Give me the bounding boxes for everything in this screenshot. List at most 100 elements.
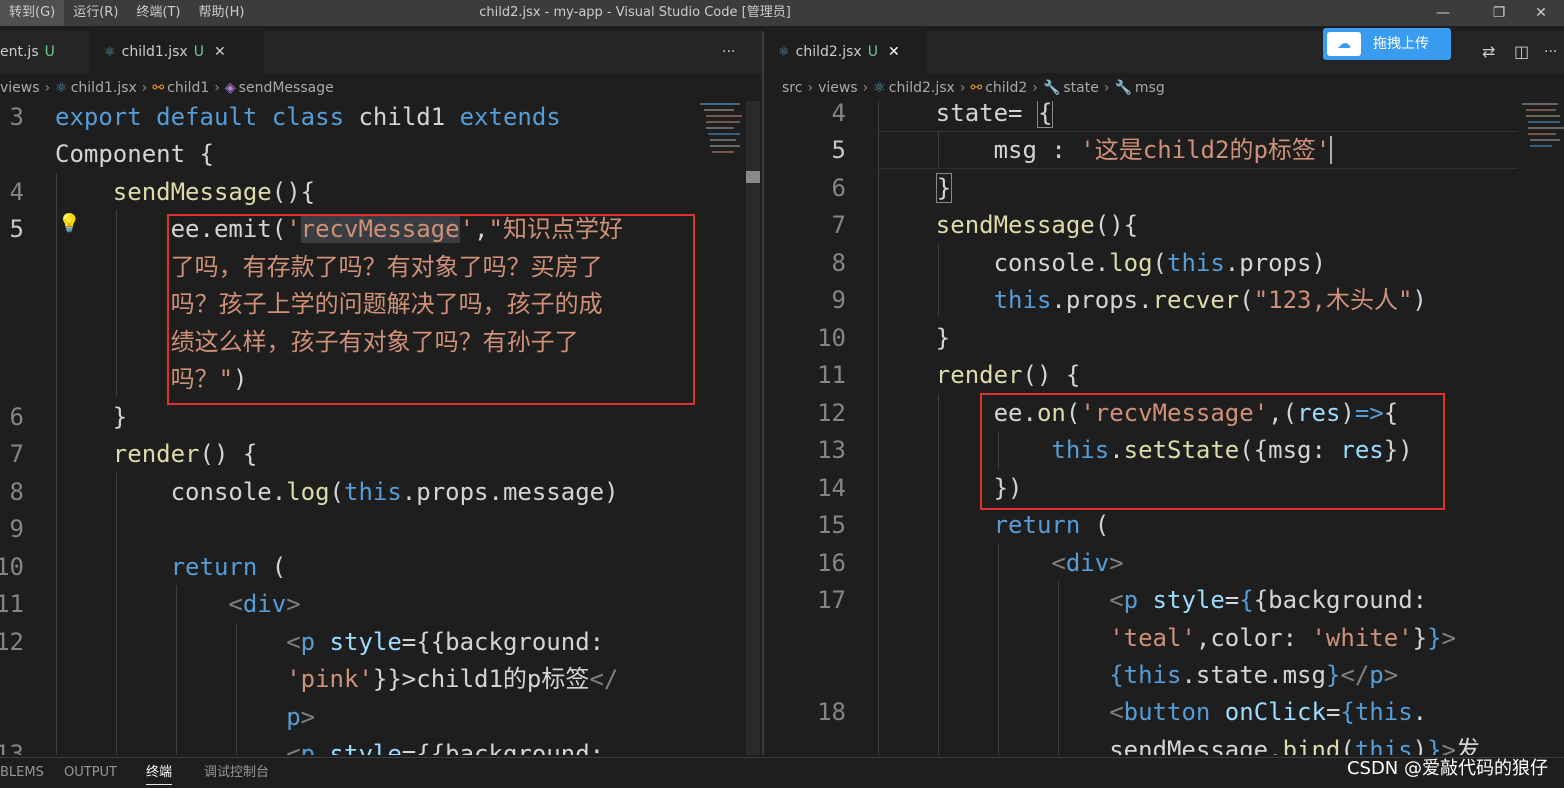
left-editor[interactable]: 3 4 5 6 7 8 9 10 11 12 13 💡 export defau… — [0, 101, 746, 755]
code-line: } — [935, 173, 953, 203]
code-line: <div> — [228, 590, 301, 618]
line-number: 17 — [817, 586, 846, 614]
code-line: console.log(this.props) — [878, 249, 1326, 277]
tab-status: U — [44, 44, 55, 60]
title-bar: 转到(G) 运行(R) 终端(T) 帮助(H) child2.jsx - my-… — [0, 0, 1564, 26]
tab-output[interactable]: OUTPUT — [64, 758, 117, 788]
code-line: } — [55, 403, 128, 431]
breadcrumb-item[interactable]: views — [818, 80, 858, 96]
code-line: render() { — [112, 440, 258, 468]
menu-bar: 转到(G) 运行(R) 终端(T) 帮助(H) — [0, 0, 253, 26]
line-number: 6 — [831, 174, 846, 202]
minimap[interactable] — [1522, 101, 1564, 161]
code-line: <p style={{background: — [286, 740, 605, 755]
line-number: 8 — [831, 249, 846, 277]
chevron-right-icon: › — [1032, 80, 1038, 96]
upload-button[interactable]: ☁ 拖拽上传 — [1323, 28, 1451, 60]
breadcrumb: views › ⚛ child1.jsx › ⚯ child1 › ◈ sendMessage — [0, 75, 334, 101]
tab-child1-jsx[interactable]: ⚛ child1.jsx U ✕ — [90, 31, 264, 73]
breadcrumb-item[interactable]: child2.jsx — [889, 80, 955, 96]
more-actions-icon[interactable]: ··· — [722, 31, 735, 73]
code-line: 'pink'}}>child1的p标签</ — [286, 665, 619, 693]
tab-status: U — [867, 44, 878, 60]
scrollbar-thumb[interactable] — [746, 171, 760, 183]
tab-child2-jsx[interactable]: ⚛ child2.jsx U ✕ — [764, 31, 926, 73]
restore-button[interactable]: ❐ — [1476, 0, 1522, 26]
react-icon: ⚛ — [873, 80, 886, 96]
highlight-box — [980, 393, 1445, 510]
chevron-right-icon: › — [214, 80, 220, 96]
bottom-panel: BLEMS OUTPUT 终端 调试控制台 — [0, 757, 1564, 788]
line-number: 9 — [831, 286, 846, 314]
code-line: return ( — [170, 553, 287, 581]
line-number: 18 — [817, 698, 846, 726]
line-number: 3 — [9, 103, 24, 131]
breadcrumb-item[interactable]: child2 — [985, 80, 1027, 96]
more-actions-icon[interactable]: ··· — [1544, 31, 1557, 73]
tab-debug-console[interactable]: 调试控制台 — [204, 758, 269, 788]
tab-problems[interactable]: BLEMS — [0, 758, 44, 788]
line-number: 16 — [817, 549, 846, 577]
line-number: 11 — [0, 590, 24, 618]
upload-label: 拖拽上传 — [1373, 36, 1429, 52]
chevron-right-icon: › — [1103, 80, 1110, 96]
line-number: 13 — [0, 740, 24, 755]
code-line: sendMessage.bind(this)}>发 — [878, 736, 1480, 755]
code-line: export default class child1 extends — [55, 103, 561, 131]
line-number: 4 — [9, 178, 24, 206]
breadcrumb: src › views › ⚛ child2.jsx › ⚯ child2 › 🔧 state › 🔧 ms… — [782, 75, 1165, 101]
chevron-right-icon: › — [807, 80, 814, 96]
split-editor-icon[interactable]: ◫ — [1514, 31, 1529, 73]
breadcrumb-item[interactable]: msg — [1135, 80, 1165, 96]
close-icon[interactable]: ✕ — [214, 44, 226, 60]
line-number: 12 — [817, 399, 846, 427]
close-window-button[interactable]: ✕ — [1518, 0, 1564, 26]
menu-terminal[interactable]: 终端(T) — [127, 0, 189, 26]
breadcrumb-item[interactable]: child1.jsx — [71, 80, 137, 96]
line-number: 5 — [9, 215, 24, 243]
compare-changes-icon[interactable]: ⇄ — [1482, 31, 1495, 73]
close-icon[interactable]: ✕ — [888, 44, 900, 60]
line-number: 13 — [817, 436, 846, 464]
breadcrumb-item[interactable]: child1 — [167, 80, 209, 96]
line-number: 5 — [831, 136, 846, 164]
breadcrumb-item[interactable]: src — [782, 80, 802, 96]
code-line: <p style={{background: — [286, 628, 605, 656]
breadcrumb-item[interactable]: views — [0, 80, 40, 96]
tab-terminal[interactable]: 终端 — [146, 758, 173, 785]
line-number: 4 — [831, 101, 846, 127]
left-scrollbar[interactable] — [746, 101, 760, 755]
line-number: 8 — [9, 478, 24, 506]
code-line: } — [878, 324, 951, 352]
line-number: 6 — [9, 403, 24, 431]
chevron-right-icon: › — [44, 80, 51, 96]
window-title: child2.jsx - my-app - Visual Studio Code… — [479, 5, 791, 20]
menu-goto[interactable]: 转到(G) — [0, 0, 65, 26]
react-icon: ⚛ — [55, 80, 68, 96]
line-number: 14 — [817, 474, 846, 502]
code-line: return ( — [993, 511, 1110, 539]
menu-help[interactable]: 帮助(H) — [190, 0, 254, 26]
minimap[interactable] — [700, 101, 746, 161]
menu-run[interactable]: 运行(R) — [64, 0, 127, 26]
code-line: {this.state.msg}</p> — [1109, 661, 1399, 689]
method-icon: ◈ — [224, 80, 236, 96]
code-line: <div> — [1051, 549, 1124, 577]
cloud-icon: ☁ — [1327, 32, 1361, 56]
breadcrumb-item[interactable]: sendMessage — [239, 80, 334, 96]
tab-ent-js[interactable]: ent.js U — [0, 31, 88, 73]
chevron-right-icon: › — [141, 80, 148, 96]
right-editor[interactable]: 4 5 6 7 8 9 10 11 12 13 14 15 16 17 18 s… — [764, 101, 1564, 755]
tab-status: U — [193, 44, 204, 60]
breadcrumb-item[interactable]: state — [1063, 80, 1098, 96]
line-number: 9 — [9, 515, 24, 543]
chevron-right-icon: › — [862, 80, 869, 96]
minimize-button[interactable]: — — [1420, 0, 1466, 26]
react-icon: ⚛ — [778, 45, 790, 60]
watermark: CSDN @爱敲代码的狼仔 — [1346, 758, 1548, 779]
react-icon: ⚛ — [104, 45, 116, 60]
code-line: <p style={{background: — [1109, 586, 1428, 614]
chevron-right-icon: › — [959, 80, 966, 96]
code-line: p> — [286, 703, 316, 731]
line-number: 10 — [0, 553, 24, 581]
